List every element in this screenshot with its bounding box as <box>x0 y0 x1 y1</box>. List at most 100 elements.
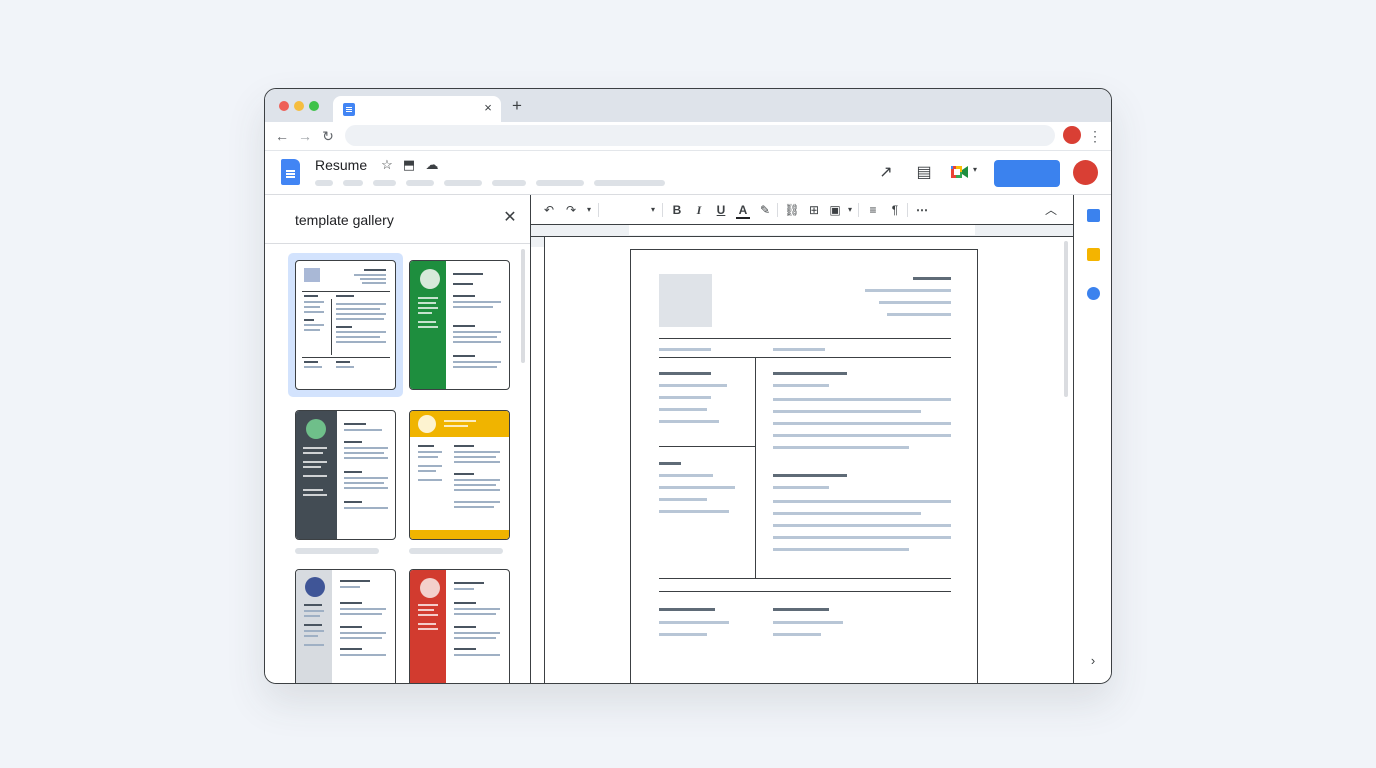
text-line <box>659 462 681 465</box>
tab-strip: × + <box>265 89 1111 122</box>
forward-button[interactable]: → <box>297 128 313 144</box>
menu-item-view[interactable] <box>373 180 396 186</box>
more-options-icon[interactable]: ⋯ <box>914 202 930 218</box>
image-dropdown-icon[interactable]: ▾ <box>842 202 858 218</box>
menu-item-tools[interactable] <box>492 180 526 186</box>
browser-menu-icon[interactable]: ⋮ <box>1087 127 1103 145</box>
style-dropdown-icon[interactable]: ▾ <box>645 202 661 218</box>
template-card-red[interactable] <box>409 569 510 683</box>
share-button[interactable] <box>994 160 1060 187</box>
vertical-ruler[interactable] <box>531 237 545 683</box>
collapse-toolbar-icon[interactable]: ︿ <box>1043 202 1059 218</box>
column-divider <box>755 357 757 579</box>
account-avatar[interactable] <box>1073 160 1098 185</box>
document-scrollbar[interactable] <box>1064 241 1068 397</box>
maximize-window-dot[interactable] <box>309 101 319 111</box>
panel-title: template gallery <box>295 212 394 228</box>
insert-image-icon[interactable]: ▣ <box>827 202 843 218</box>
bold-icon[interactable]: B <box>669 202 685 218</box>
browser-profile-avatar[interactable] <box>1063 126 1081 144</box>
docs-logo-icon[interactable] <box>281 159 300 185</box>
menu-item-format[interactable] <box>444 180 482 186</box>
align-icon[interactable]: ≡ <box>865 202 881 218</box>
link-icon[interactable]: ⛓ <box>784 202 800 218</box>
meet-icon[interactable] <box>951 164 969 180</box>
text-line <box>773 372 847 375</box>
calendar-icon[interactable] <box>1087 209 1100 222</box>
minimize-window-dot[interactable] <box>294 101 304 111</box>
move-folder-icon[interactable]: ⬒ <box>401 157 417 173</box>
text-line <box>773 398 951 401</box>
close-panel-icon[interactable]: ✕ <box>501 209 519 227</box>
text-line <box>773 348 825 351</box>
star-icon[interactable]: ☆ <box>379 157 395 173</box>
text-line <box>773 474 847 477</box>
menu-item-edit[interactable] <box>343 180 363 186</box>
activity-trend-icon[interactable]: ↗ <box>875 163 897 183</box>
docs-favicon-icon <box>343 103 355 116</box>
menu-item-file[interactable] <box>315 180 333 186</box>
meet-dropdown-icon[interactable]: ▾ <box>973 165 977 174</box>
text-line <box>773 410 921 413</box>
cloud-status-icon[interactable]: ☁ <box>424 157 440 173</box>
text-line <box>659 396 711 399</box>
document-editor: ↶ ↷ ▾ ▾ B I U A ✎ ⛓ ⊞ ▣ ▾ ≡ ¶ ⋯ ︿ <box>531 195 1073 683</box>
toolbar-separator <box>907 203 908 217</box>
toolbar-separator <box>777 203 778 217</box>
reload-button[interactable]: ↻ <box>320 128 336 144</box>
underline-icon[interactable]: U <box>713 202 729 218</box>
highlight-icon[interactable]: ✎ <box>757 202 773 218</box>
panel-divider <box>265 243 530 244</box>
back-button[interactable]: ← <box>274 128 290 144</box>
side-panel-bar: › <box>1073 195 1111 683</box>
redo-icon[interactable]: ↷ <box>563 202 579 218</box>
text-line <box>659 384 727 387</box>
close-window-dot[interactable] <box>279 101 289 111</box>
browser-tab[interactable]: × <box>333 96 501 122</box>
resume-page[interactable] <box>630 249 978 683</box>
text-line <box>659 408 707 411</box>
toolbar-separator <box>858 203 859 217</box>
text-line <box>773 608 829 611</box>
profile-photo-placeholder <box>659 274 712 327</box>
template-card-classic[interactable] <box>295 260 396 390</box>
text-color-icon[interactable]: A <box>735 202 751 218</box>
text-line <box>773 486 829 489</box>
horizontal-ruler[interactable] <box>531 225 1073 237</box>
italic-icon[interactable]: I <box>691 202 707 218</box>
template-card-gray[interactable] <box>295 569 396 683</box>
docs-header: Resume ☆ ⬒ ☁ ↗ ▤ ▾ <box>265 151 1111 195</box>
undo-icon[interactable]: ↶ <box>541 202 557 218</box>
text-line <box>659 420 719 423</box>
text-line <box>773 422 951 425</box>
clear-format-icon[interactable]: ¶ <box>887 202 903 218</box>
new-tab-button[interactable]: + <box>509 97 525 114</box>
expand-side-panel-icon[interactable]: › <box>1085 653 1101 669</box>
menu-item-insert[interactable] <box>406 180 434 186</box>
zoom-dropdown-icon[interactable]: ▾ <box>581 202 597 218</box>
divider <box>659 446 755 448</box>
close-tab-icon[interactable]: × <box>481 101 495 115</box>
text-line <box>659 348 711 351</box>
template-card-charcoal[interactable] <box>295 410 396 540</box>
document-title[interactable]: Resume <box>315 157 367 173</box>
document-canvas <box>546 237 1068 683</box>
address-bar-row: ← → ↻ ⋮ <box>265 122 1111 151</box>
text-line <box>659 608 715 611</box>
template-card-green[interactable] <box>409 260 510 390</box>
template-gallery-panel: template gallery ✕ <box>265 195 531 683</box>
menu-item-extensions[interactable] <box>536 180 584 186</box>
menu-item-help[interactable] <box>594 180 665 186</box>
tasks-icon[interactable] <box>1087 287 1100 300</box>
keep-icon[interactable] <box>1087 248 1100 261</box>
text-line <box>773 524 951 527</box>
text-line <box>879 301 951 304</box>
formatting-toolbar: ↶ ↷ ▾ ▾ B I U A ✎ ⛓ ⊞ ▣ ▾ ≡ ¶ ⋯ ︿ <box>531 195 1073 225</box>
text-line <box>913 277 951 280</box>
comments-icon[interactable]: ▤ <box>913 163 935 183</box>
panel-scrollbar[interactable] <box>521 249 525 363</box>
url-input[interactable] <box>345 125 1055 146</box>
template-photo <box>304 268 320 282</box>
template-card-yellow[interactable] <box>409 410 510 540</box>
add-comment-icon[interactable]: ⊞ <box>806 202 822 218</box>
